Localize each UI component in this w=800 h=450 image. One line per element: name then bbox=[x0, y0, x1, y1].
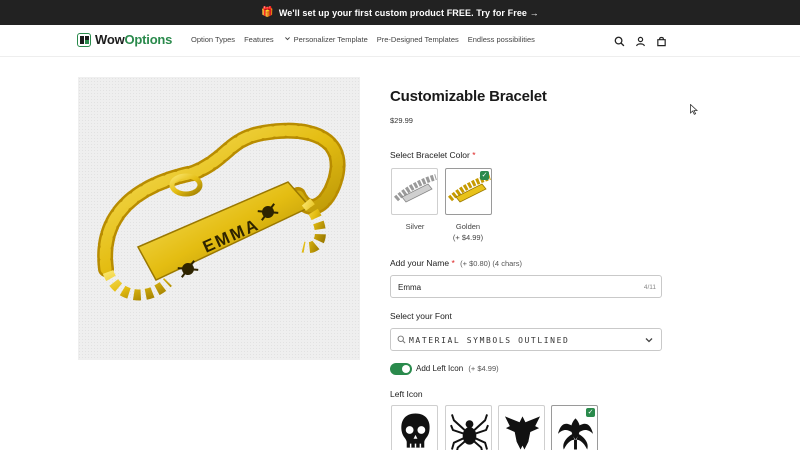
left-icon-toggle-label: Add Left Icon (+ $4.99) bbox=[416, 364, 499, 373]
icon-option-eagle[interactable] bbox=[498, 405, 545, 450]
swatch-silver[interactable] bbox=[391, 168, 438, 215]
header-icons bbox=[612, 34, 675, 48]
chevron-down-icon bbox=[284, 37, 290, 41]
icon-option-tribal-spider[interactable]: ✓ bbox=[551, 405, 598, 450]
font-select-value: MATERIAL SYMBOLS OUTLINED bbox=[409, 336, 570, 345]
product-price: $29.99 bbox=[390, 116, 413, 125]
product-image[interactable]: EMMA bbox=[78, 77, 360, 360]
font-option-label: Select your Font bbox=[390, 311, 452, 321]
nav-personalizer-template[interactable]: Personalizer Template bbox=[294, 35, 368, 44]
nav-option-types[interactable]: Option Types bbox=[191, 35, 235, 44]
left-icon-toggle[interactable] bbox=[390, 363, 412, 375]
logo[interactable]: WowOptions bbox=[77, 32, 172, 47]
icon-option-spider[interactable] bbox=[445, 405, 492, 450]
cart-icon[interactable] bbox=[654, 34, 668, 48]
user-icon[interactable] bbox=[633, 34, 647, 48]
product-title: Customizable Bracelet bbox=[390, 88, 547, 105]
name-char-counter: 4/11 bbox=[643, 284, 656, 291]
announcement-text: We'll set up your first custom product F… bbox=[278, 7, 539, 18]
selected-check-icon: ✓ bbox=[480, 171, 489, 180]
left-icon-label: Left Icon bbox=[390, 389, 423, 399]
selected-check-icon: ✓ bbox=[586, 408, 595, 417]
main-nav: Option Types Features Personalizer Templ… bbox=[191, 35, 544, 44]
skull-icon bbox=[401, 413, 430, 448]
spider-icon bbox=[450, 414, 489, 450]
icon-option-skull[interactable] bbox=[391, 405, 438, 450]
name-input-value: Emma bbox=[398, 283, 422, 292]
color-option-label: Select Bracelet Color * bbox=[390, 150, 476, 160]
swatch-silver-label: Silver bbox=[405, 222, 425, 231]
gift-icon: 🎁 bbox=[261, 7, 274, 18]
announcement-bar[interactable]: 🎁 We'll set up your first custom product… bbox=[0, 0, 800, 25]
nav-pre-designed-templates[interactable]: Pre-Designed Templates bbox=[377, 35, 459, 44]
logo-text: WowOptions bbox=[95, 32, 173, 47]
site-header: WowOptions Option Types Features Persona… bbox=[0, 25, 800, 57]
swatch-golden[interactable]: ✓ bbox=[445, 168, 492, 215]
name-input[interactable]: Emma 4/11 bbox=[390, 275, 662, 298]
silver-bracelet-thumb bbox=[393, 174, 437, 203]
mouse-cursor-icon bbox=[690, 104, 698, 115]
nav-endless-possibilities[interactable]: Endless possibilities bbox=[468, 35, 535, 44]
font-select[interactable]: MATERIAL SYMBOLS OUTLINED bbox=[390, 328, 662, 351]
search-icon bbox=[397, 335, 406, 344]
eagle-icon bbox=[504, 416, 541, 450]
chevron-down-icon bbox=[645, 338, 653, 343]
bracelet-image: EMMA bbox=[97, 122, 346, 301]
nav-features[interactable]: Features bbox=[244, 35, 291, 44]
name-option-label: Add your Name * (+ $0.80) (4 chars) bbox=[390, 258, 523, 268]
swatch-golden-label: Golden (+ $4.99) bbox=[452, 222, 484, 242]
search-icon[interactable] bbox=[612, 34, 626, 48]
logo-mark-icon bbox=[77, 32, 91, 47]
